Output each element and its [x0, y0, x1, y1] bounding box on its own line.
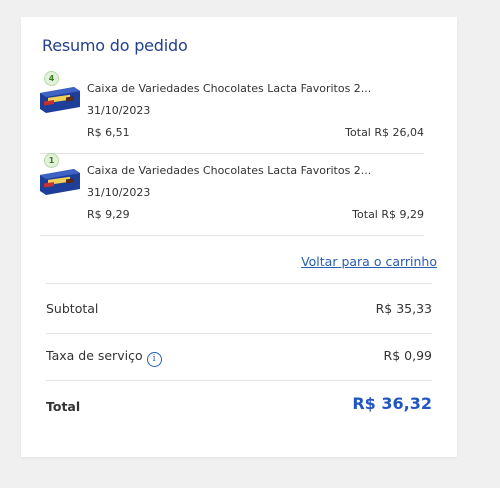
- item-name: Caixa de Variedades Chocolates Lacta Fav…: [87, 164, 372, 177]
- total-row: Total R$ 36,32: [46, 381, 432, 427]
- item-total: Total R$ 26,04: [345, 126, 424, 139]
- subtotal-label: Subtotal: [46, 301, 99, 316]
- service-fee-label: Taxa de serviço: [46, 348, 143, 363]
- item-total: Total R$ 9,29: [352, 208, 424, 221]
- back-to-cart-link[interactable]: Voltar para o carrinho: [301, 254, 437, 269]
- lacta-box-icon: [40, 87, 80, 113]
- order-summary-title: Resumo do pedido: [42, 36, 188, 55]
- subtotal-row: Subtotal R$ 35,33: [46, 287, 432, 334]
- order-item: 1 Caixa de Variedades Chocolates Lacta F…: [40, 153, 424, 236]
- item-unit-price: R$ 9,29: [87, 208, 130, 221]
- service-fee-row: Taxa de serviço i R$ 0,99: [46, 334, 432, 381]
- order-item: 4 Caixa de Variedades Chocolates Lacta F…: [40, 71, 424, 154]
- item-date: 31/10/2023: [87, 104, 151, 117]
- product-thumbnail: [40, 167, 82, 195]
- item-name: Caixa de Variedades Chocolates Lacta Fav…: [87, 82, 372, 95]
- service-fee-value: R$ 0,99: [383, 348, 432, 363]
- total-value: R$ 36,32: [352, 394, 432, 413]
- item-date: 31/10/2023: [87, 186, 151, 199]
- quantity-badge: 1: [44, 153, 59, 168]
- quantity-badge: 4: [44, 71, 59, 86]
- service-fee-label-wrap: Taxa de serviço i: [46, 348, 162, 367]
- item-unit-price: R$ 6,51: [87, 126, 130, 139]
- info-icon[interactable]: i: [146, 352, 162, 367]
- subtotal-value: R$ 35,33: [375, 301, 432, 316]
- total-label: Total: [46, 399, 81, 414]
- order-summary-card: Resumo do pedido 4 Caixa de Variedades C…: [21, 17, 457, 457]
- product-thumbnail: [40, 85, 82, 113]
- divider: [46, 283, 432, 284]
- lacta-box-icon: [40, 169, 80, 195]
